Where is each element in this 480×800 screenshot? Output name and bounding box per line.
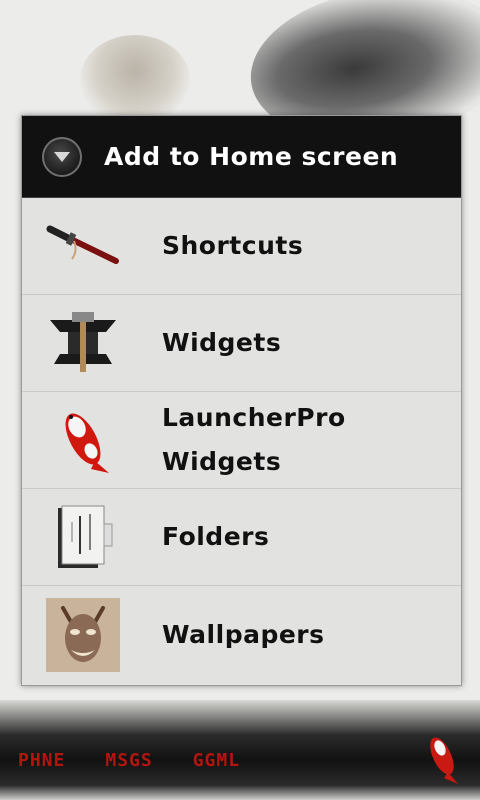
dock-phone-button[interactable]: PHNE [18,750,65,771]
list-item-label: Widgets [162,328,282,357]
dialog-title: Add to Home screen [104,142,399,171]
list-item-label: Shortcuts [162,231,304,260]
anvil-hammer-icon [46,306,120,380]
scroll-folder-icon [46,500,120,574]
list-item-wallpapers[interactable]: Wallpapers [22,586,461,683]
list-item-launcherpro-widgets[interactable]: LauncherPro Widgets [22,392,461,489]
katana-icon [46,209,120,283]
koi-fish-icon[interactable] [420,728,464,788]
dock: PHNE MSGS GGML [0,740,480,780]
dock-messages-button[interactable]: MSGS [105,750,152,771]
dialog-header-icon [42,136,82,177]
dialog-header: Add to Home screen [22,116,461,198]
foot-illustration [80,35,190,125]
koi-fish-icon [46,403,120,477]
list-item-label: LauncherPro Widgets [162,403,346,476]
chevron-down-icon [54,151,70,162]
list-item-label: Wallpapers [162,619,325,649]
hannya-mask-icon [46,597,120,672]
dialog-item-list: Shortcuts Widgets LauncherPro Widgets Fo… [22,198,461,683]
list-item-label: Folders [162,522,270,551]
list-item-folders[interactable]: Folders [22,489,461,586]
dock-gmail-button[interactable]: GGML [193,750,240,771]
list-item-shortcuts[interactable]: Shortcuts [22,198,461,295]
list-item-widgets[interactable]: Widgets [22,295,461,392]
add-to-home-dialog: Add to Home screen Shortcuts Widgets Lau… [21,115,462,686]
